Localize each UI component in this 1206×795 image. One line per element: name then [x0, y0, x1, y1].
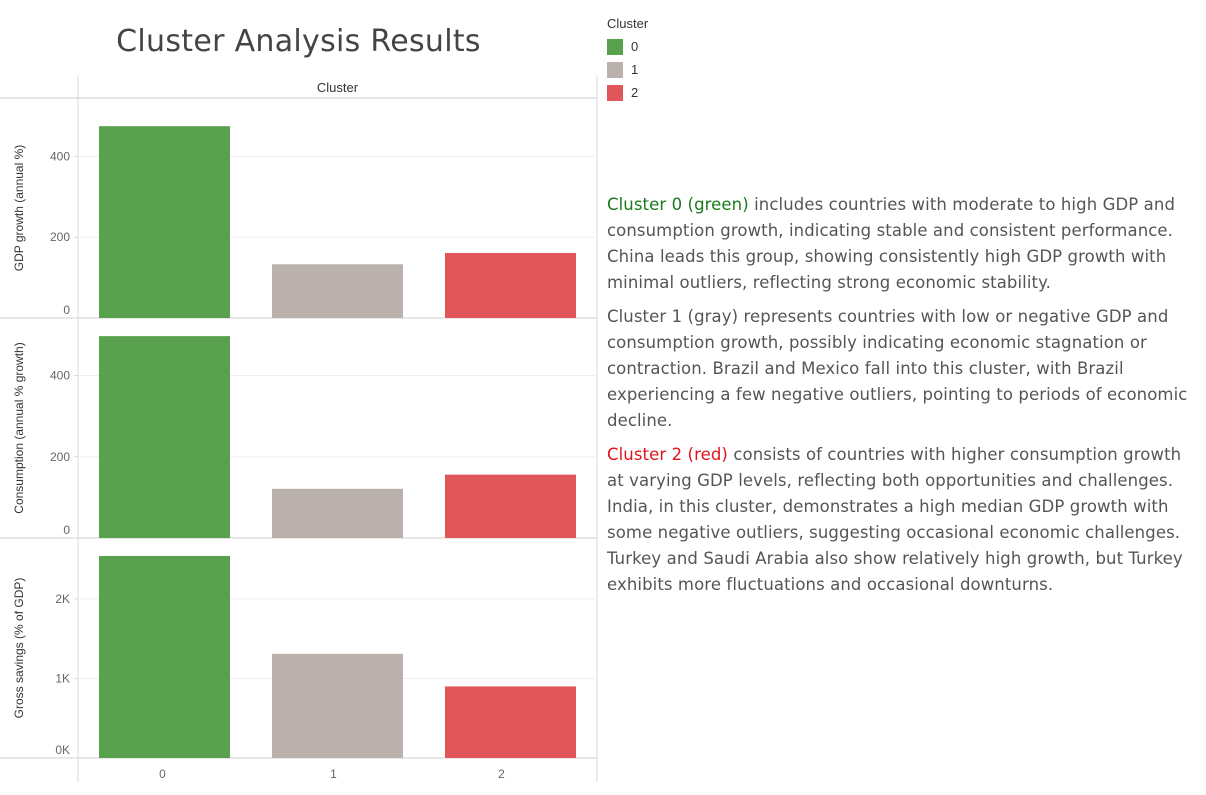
bar-1-0	[99, 336, 230, 538]
cluster-notes: Cluster 0 (green) includes countries wit…	[607, 192, 1199, 606]
bar-chart: Cluster 0 200 400 GDP growth (annual %) 0 200 4…	[0, 76, 598, 782]
y-tick-label-0-0: 0	[63, 303, 70, 317]
legend-swatch-1	[607, 61, 623, 78]
y-axis-label-2: Gross savings (% of GDP)	[12, 578, 26, 719]
legend-label-1: 1	[631, 62, 639, 77]
legend-swatch-2	[607, 84, 623, 101]
bar-1-2	[445, 474, 576, 538]
y-tick-label-2-1: 1K	[55, 671, 70, 685]
x-tick-label-0: 0	[159, 767, 166, 781]
bar-2-1	[272, 653, 403, 758]
y-tick-label-1-0: 0	[63, 523, 70, 537]
legend-label-0: 0	[631, 39, 639, 54]
y-axis-label-1: Consumption (annual % growth)	[12, 342, 26, 513]
note-cluster-1: Cluster 1 (gray) represents countries wi…	[607, 304, 1199, 434]
bar-2-2	[445, 686, 576, 758]
y-tick-label-1-1: 200	[50, 450, 70, 464]
bar-0-1	[272, 264, 403, 318]
column-header-label: Cluster	[317, 80, 359, 95]
note-highlight-1: Cluster 1 (gray)	[607, 307, 739, 326]
note-highlight-2: Cluster 2 (red)	[607, 445, 728, 464]
note-text-2: consists of countries with higher consum…	[607, 445, 1183, 594]
legend-title: Cluster	[607, 16, 649, 31]
bar-2-0	[99, 555, 230, 758]
y-tick-label-2-2: 2K	[55, 592, 70, 606]
legend-item-0[interactable]: 0	[607, 35, 648, 58]
legend: Cluster 0 1 2	[607, 16, 648, 104]
legend-item-2[interactable]: 2	[607, 81, 648, 104]
bar-0-0	[99, 126, 230, 318]
x-tick-label-2: 2	[498, 767, 505, 781]
note-highlight-0: Cluster 0 (green)	[607, 195, 749, 214]
y-tick-label-1-2: 400	[50, 369, 70, 383]
legend-item-1[interactable]: 1	[607, 58, 648, 81]
y-tick-label-0-2: 400	[50, 149, 70, 163]
bar-1-1	[272, 488, 403, 538]
legend-swatch-0	[607, 38, 623, 55]
note-cluster-2: Cluster 2 (red) consists of countries wi…	[607, 442, 1199, 598]
bar-0-2	[445, 252, 576, 318]
x-tick-label-1: 1	[330, 767, 337, 781]
y-tick-label-0-1: 200	[50, 230, 70, 244]
y-axis-label-0: GDP growth (annual %)	[12, 145, 26, 272]
legend-label-2: 2	[631, 85, 639, 100]
y-tick-label-2-0: 0K	[55, 743, 70, 757]
note-cluster-0: Cluster 0 (green) includes countries wit…	[607, 192, 1199, 296]
